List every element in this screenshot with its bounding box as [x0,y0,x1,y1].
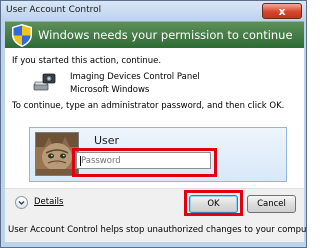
banner-heading: Windows needs your permission to continu… [38,28,293,42]
scanner-camera-icon [33,73,56,91]
intro-text: If you started this action, continue. [12,56,162,66]
uac-info-text: User Account Control helps stop unauthor… [8,225,307,235]
uac-dialog: User Account Control x Windows needs you… [0,0,307,248]
password-input[interactable] [77,153,210,168]
window-title: User Account Control [6,5,102,15]
details-label[interactable]: Details [34,197,63,207]
uac-shield-icon [12,24,32,47]
program-publisher: Microsoft Windows [70,85,150,95]
chevron-down-icon[interactable] [15,196,28,209]
user-name: User [94,134,120,147]
close-icon: x [278,5,286,18]
instruction-text: To continue, type an administrator passw… [12,101,285,111]
program-name: Imaging Devices Control Panel [70,72,200,82]
password-field[interactable] [76,152,211,169]
dialog-footer: Details OK Cancel User Account Control h… [5,188,307,242]
permission-banner: Windows needs your permission to continu… [5,21,304,49]
title-bar[interactable]: User Account Control x [1,1,306,21]
cancel-button[interactable]: Cancel [247,195,296,213]
close-button[interactable]: x [262,3,302,19]
ok-button[interactable]: OK [189,195,238,213]
text-caret [80,156,81,166]
